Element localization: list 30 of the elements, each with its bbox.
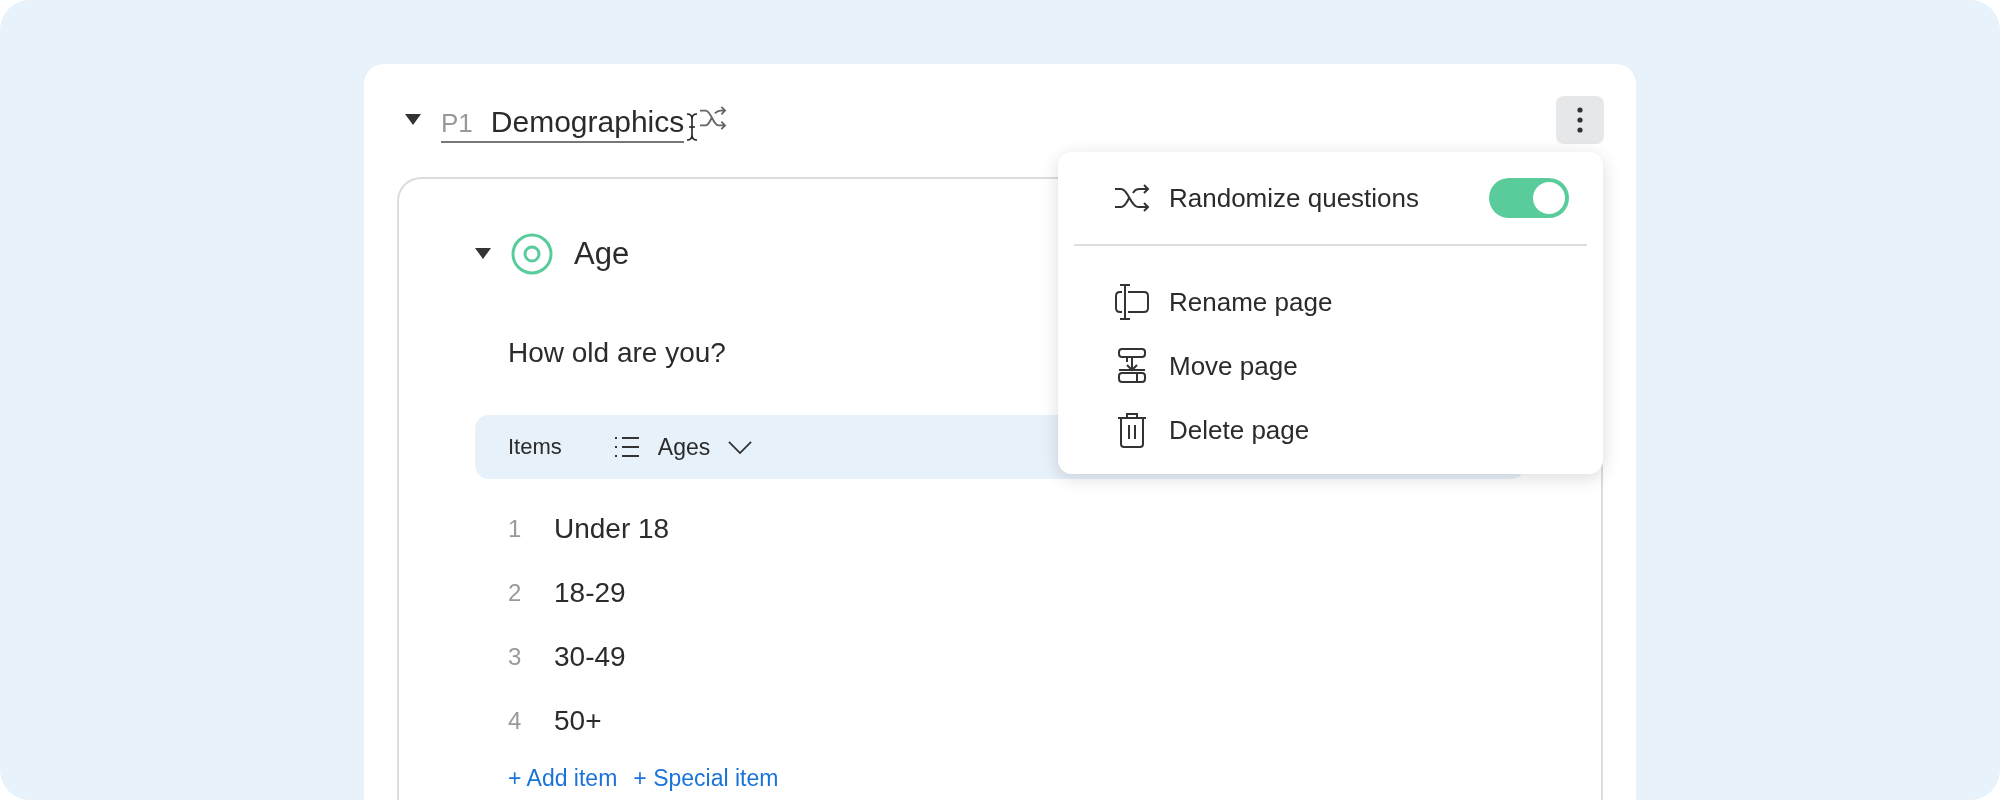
collapse-caret-icon[interactable] [405, 114, 421, 126]
question-title: Age [574, 236, 630, 272]
add-link[interactable]: + Add item [508, 765, 618, 792]
item-label[interactable]: 30-49 [554, 641, 626, 673]
collapse-caret-icon[interactable] [475, 248, 491, 260]
menu-item[interactable]: Rename page [1074, 270, 1587, 334]
list-dropdown[interactable]: Ages [613, 433, 753, 461]
item-label[interactable]: Under 18 [554, 513, 670, 545]
item-number: 4 [508, 707, 523, 735]
randomize-menu-item[interactable]: Randomize questions [1074, 166, 1587, 230]
toggle-switch[interactable] [1489, 178, 1569, 218]
menu-item[interactable]: Move page [1074, 334, 1587, 398]
list-icon [613, 436, 640, 458]
item-label[interactable]: 50+ [554, 705, 602, 737]
item-number: 1 [508, 515, 523, 543]
item-label[interactable]: 18-29 [554, 577, 626, 609]
item-number: 2 [508, 579, 523, 607]
text-cursor-icon [686, 112, 699, 142]
radio-target-icon [511, 233, 553, 275]
page-title-field[interactable]: P1 Demographics [441, 105, 685, 143]
items-label: Items [508, 434, 562, 460]
shuffle-icon [1114, 183, 1150, 213]
chevron-down-icon [728, 439, 753, 455]
text-field-icon [1114, 284, 1150, 320]
menu-item[interactable]: Delete page [1074, 398, 1587, 462]
question-text: How old are you? [508, 337, 726, 369]
more-vertical-icon [1577, 107, 1583, 133]
item-number: 3 [508, 643, 523, 671]
add-link[interactable]: + Special item [633, 765, 779, 792]
more-options-button[interactable] [1556, 96, 1604, 144]
